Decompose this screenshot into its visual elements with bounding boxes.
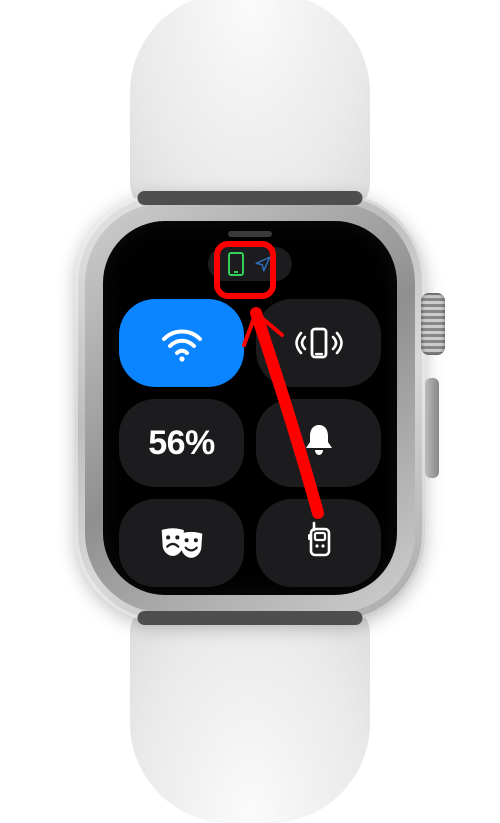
walkie-talkie-icon [299, 519, 339, 567]
control-center-grabber[interactable] [228, 231, 272, 237]
control-center-grid: 56% [119, 299, 381, 595]
watch-band-bottom [130, 603, 370, 823]
watch-lug-bottom [138, 611, 363, 625]
theater-mode-toggle[interactable] [119, 499, 244, 587]
battery-percent-label: 56% [148, 424, 215, 463]
ping-iphone-icon [295, 319, 343, 367]
battery-button[interactable]: 56% [119, 399, 244, 487]
location-services-icon [254, 255, 272, 273]
watch-lug-top [138, 191, 363, 205]
watch-screen: 56% [103, 221, 397, 595]
connectivity-status-pill[interactable] [208, 247, 292, 281]
silent-mode-toggle[interactable] [256, 399, 381, 487]
digital-crown[interactable] [421, 293, 445, 355]
wifi-icon [158, 319, 206, 367]
theater-masks-icon [158, 519, 206, 567]
bell-icon [299, 419, 339, 467]
wifi-toggle[interactable] [119, 299, 244, 387]
phone-connected-icon [228, 252, 244, 276]
side-button[interactable] [425, 378, 439, 478]
ping-iphone-button[interactable] [256, 299, 381, 387]
walkie-talkie-toggle[interactable] [256, 499, 381, 587]
watch-band-top [130, 0, 370, 213]
watch-case: 56% [75, 193, 425, 623]
